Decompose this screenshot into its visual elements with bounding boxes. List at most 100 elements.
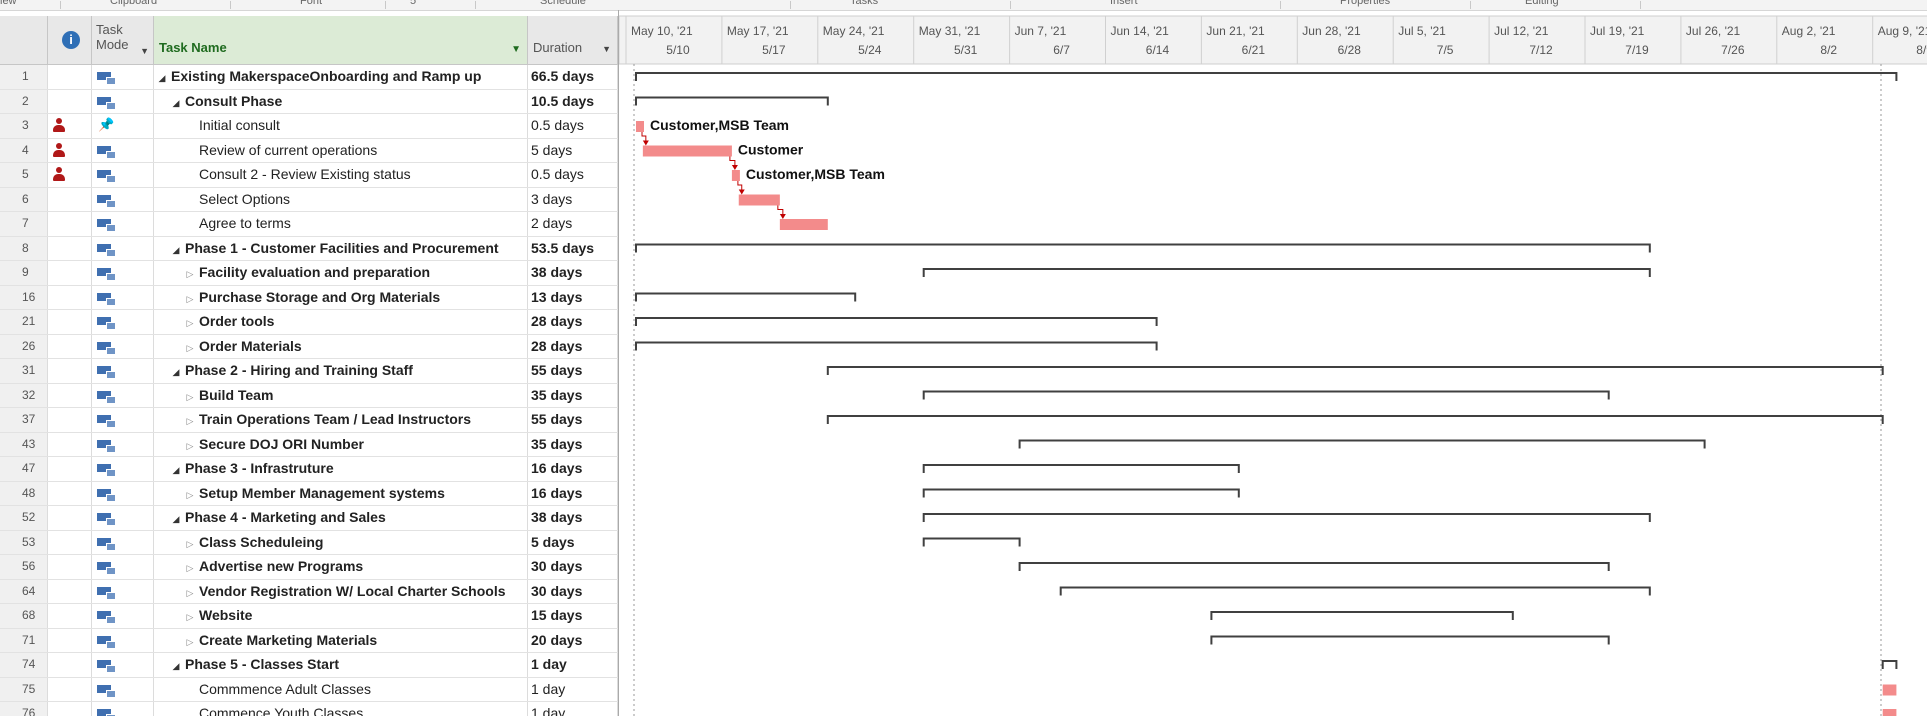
- row-id[interactable]: 6: [0, 187, 48, 211]
- task-mode-cell[interactable]: [92, 383, 154, 407]
- task-mode-cell[interactable]: [92, 604, 154, 628]
- indicators-cell[interactable]: [48, 555, 92, 579]
- task-row[interactable]: 1 ◢ Existing MakerspaceOnboarding and Ramp…: [0, 65, 618, 90]
- task-row[interactable]: 68 ▷ Website 15 days: [0, 604, 618, 629]
- indicators-cell[interactable]: [48, 359, 92, 383]
- indicators-cell[interactable]: [48, 408, 92, 432]
- task-row[interactable]: 9 ▷ Facility evaluation and preparation 38 …: [0, 261, 618, 286]
- task-name-cell[interactable]: Select Options: [154, 187, 528, 211]
- collapse-toggle-icon[interactable]: ◢: [170, 361, 182, 383]
- task-name-cell[interactable]: ▷ Class Scheduleing: [154, 530, 528, 554]
- task-mode-cell[interactable]: [92, 285, 154, 309]
- indicators-cell[interactable]: [48, 506, 92, 530]
- duration-cell[interactable]: 38 days: [528, 506, 618, 530]
- duration-cell[interactable]: 30 days: [528, 555, 618, 579]
- duration-cell[interactable]: 35 days: [528, 432, 618, 456]
- task-row[interactable]: 5 Consult 2 - Review Existing status 0.5 d…: [0, 163, 618, 188]
- duration-cell[interactable]: 2 days: [528, 212, 618, 236]
- task-row[interactable]: 71 ▷ Create Marketing Materials 20 days: [0, 628, 618, 653]
- duration-cell[interactable]: 66.5 days: [528, 65, 618, 89]
- task-row[interactable]: 53 ▷ Class Scheduleing 5 days: [0, 530, 618, 555]
- task-name-cell[interactable]: ◢ Phase 1 - Customer Facilities and Procu…: [154, 236, 528, 260]
- task-mode-cell[interactable]: [92, 481, 154, 505]
- summary-bar[interactable]: [922, 513, 1651, 522]
- task-row[interactable]: 3 📌 Initial consult 0.5 days: [0, 114, 618, 139]
- row-id[interactable]: 1: [0, 65, 48, 89]
- task-name-cell[interactable]: ▷ Setup Member Management systems: [154, 481, 528, 506]
- expand-toggle-icon[interactable]: ▷: [184, 337, 196, 359]
- task-bar[interactable]: [738, 194, 780, 206]
- summary-bar[interactable]: [1059, 586, 1651, 596]
- summary-bar[interactable]: [922, 537, 1021, 547]
- duration-cell[interactable]: 3 days: [528, 187, 618, 211]
- summary-bar[interactable]: [635, 317, 1158, 326]
- row-id[interactable]: 53: [0, 530, 48, 554]
- collapse-toggle-icon[interactable]: ◢: [170, 508, 182, 530]
- duration-cell[interactable]: 35 days: [528, 383, 618, 407]
- task-mode-cell[interactable]: [92, 530, 154, 554]
- duration-cell[interactable]: 28 days: [528, 310, 618, 334]
- summary-bar[interactable]: [1210, 635, 1610, 645]
- task-name-cell[interactable]: ◢ Phase 3 - Infrastruture: [154, 457, 528, 481]
- task-mode-cell[interactable]: [92, 579, 154, 603]
- task-row[interactable]: 76 Commence Youth Classes 1 day: [0, 702, 618, 716]
- row-id[interactable]: 32: [0, 383, 48, 407]
- task-row[interactable]: 26 ▷ Order Materials 28 days: [0, 334, 618, 359]
- task-mode-cell[interactable]: 📌: [92, 114, 154, 138]
- row-id[interactable]: 8: [0, 236, 48, 260]
- collapse-toggle-icon[interactable]: ◢: [170, 655, 182, 677]
- task-mode-cell[interactable]: [92, 506, 154, 530]
- duration-cell[interactable]: 16 days: [528, 457, 618, 481]
- summary-bar[interactable]: [635, 341, 1158, 351]
- expand-toggle-icon[interactable]: ▷: [184, 582, 196, 604]
- indicators-cell[interactable]: [48, 114, 92, 138]
- task-bar[interactable]: [642, 145, 732, 157]
- task-mode-cell[interactable]: [92, 432, 154, 456]
- task-mode-cell[interactable]: [92, 702, 154, 716]
- indicators-cell[interactable]: [48, 481, 92, 505]
- row-id[interactable]: 5: [0, 163, 48, 187]
- duration-cell[interactable]: 1 day: [528, 702, 618, 716]
- row-id[interactable]: 26: [0, 334, 48, 358]
- task-name-cell[interactable]: ◢ Existing MakerspaceOnboarding and Ramp …: [154, 65, 528, 89]
- duration-cell[interactable]: 1 day: [528, 677, 618, 701]
- task-bar[interactable]: [779, 219, 828, 230]
- task-mode-cell[interactable]: [92, 457, 154, 481]
- row-id[interactable]: 37: [0, 408, 48, 432]
- indicators-cell[interactable]: [48, 334, 92, 358]
- expand-toggle-icon[interactable]: ▷: [184, 410, 196, 432]
- indicators-cell[interactable]: [48, 261, 92, 285]
- task-name-header[interactable]: Task Name ▼: [154, 16, 528, 64]
- row-id[interactable]: 56: [0, 555, 48, 579]
- duration-cell[interactable]: 13 days: [528, 285, 618, 309]
- row-id[interactable]: 71: [0, 628, 48, 652]
- task-row[interactable]: 4 Review of current operations 5 days: [0, 138, 618, 163]
- task-mode-cell[interactable]: [92, 65, 154, 89]
- task-row[interactable]: 2 ◢ Consult Phase 10.5 days: [0, 89, 618, 114]
- task-mode-header[interactable]: Task Mode ▼: [92, 16, 154, 64]
- task-name-cell[interactable]: ◢ Consult Phase: [154, 89, 528, 113]
- row-id[interactable]: 4: [0, 138, 48, 162]
- duration-cell[interactable]: 15 days: [528, 604, 618, 628]
- indicators-cell[interactable]: [48, 579, 92, 603]
- expand-toggle-icon[interactable]: ▷: [184, 484, 196, 506]
- indicators-cell[interactable]: [48, 310, 92, 334]
- indicators-cell[interactable]: [48, 236, 92, 260]
- task-name-cell[interactable]: Review of current operations: [154, 138, 528, 162]
- indicators-cell[interactable]: [48, 163, 92, 187]
- task-name-cell[interactable]: ▷ Train Operations Team / Lead Instructor…: [154, 408, 528, 432]
- summary-bar[interactable]: [922, 268, 1651, 277]
- summary-bar[interactable]: [635, 292, 857, 302]
- task-name-cell[interactable]: ▷ Website: [154, 604, 528, 628]
- duration-cell[interactable]: 38 days: [528, 261, 618, 285]
- duration-cell[interactable]: 16 days: [528, 481, 618, 505]
- task-name-cell[interactable]: ▷ Purchase Storage and Org Materials: [154, 285, 528, 309]
- summary-bar[interactable]: [635, 72, 1898, 81]
- task-mode-cell[interactable]: [92, 212, 154, 236]
- task-row[interactable]: 8 ◢ Phase 1 - Customer Facilities and Proc…: [0, 236, 618, 261]
- indicators-cell[interactable]: [48, 383, 92, 407]
- duration-cell[interactable]: 55 days: [528, 359, 618, 383]
- task-name-cell[interactable]: ▷ Order Materials: [154, 334, 528, 359]
- indicators-cell[interactable]: [48, 677, 92, 701]
- summary-bar[interactable]: [826, 366, 1884, 375]
